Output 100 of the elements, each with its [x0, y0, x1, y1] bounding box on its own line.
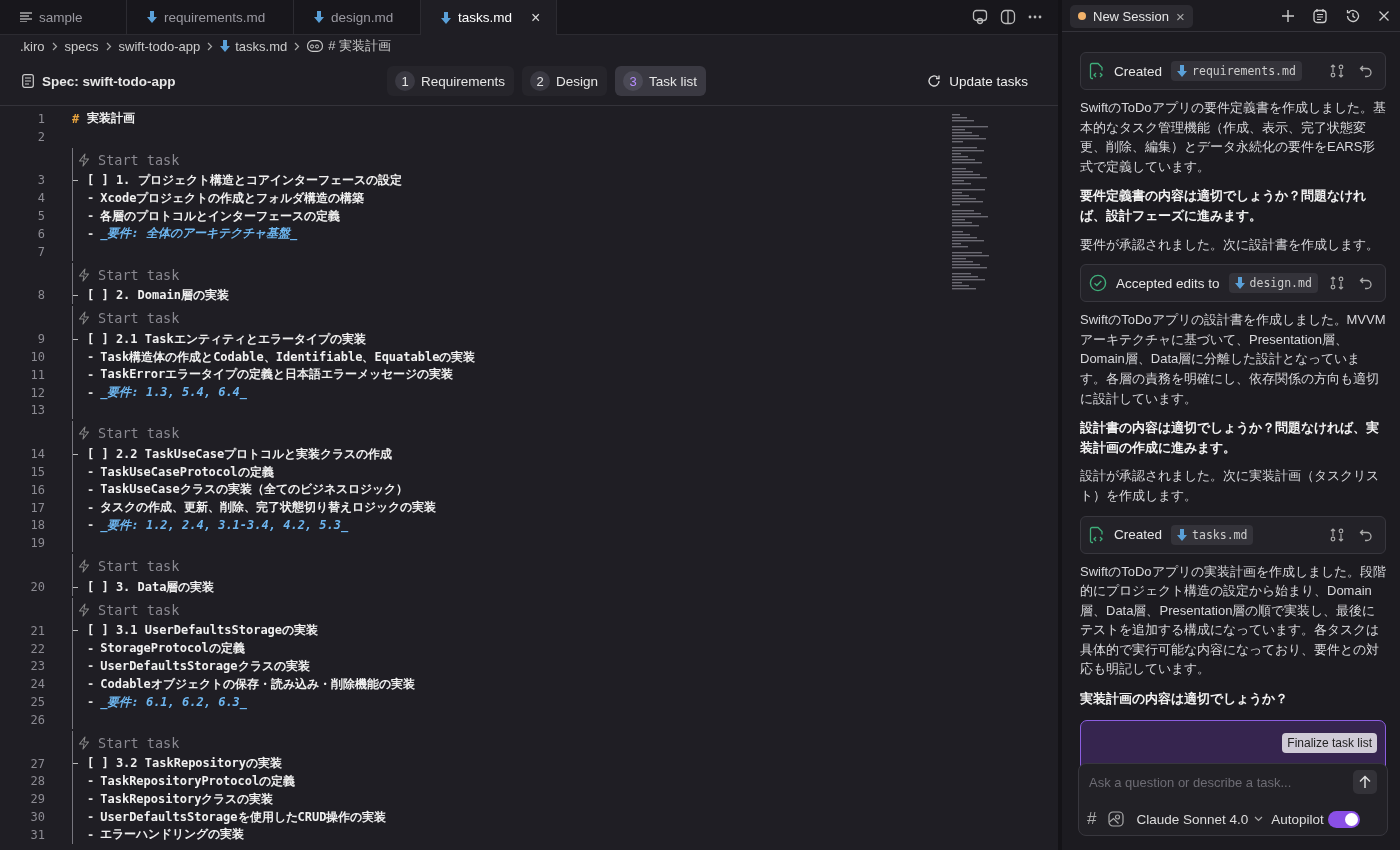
message-text: SwiftのToDoアプリの設計書を作成しました。MVVMアーキテクチャに基づいて、Presentation層、Domain層、Data層に分離した設計となっています。各層の責務を明確にし、依存関係の方向も適切に設計しています。 — [1080, 311, 1386, 408]
split-editor-icon[interactable] — [1000, 9, 1016, 25]
breadcrumb-item[interactable]: swift-todo-app — [118, 38, 201, 54]
line-number: 9 — [36, 332, 45, 347]
bullet-marker: - — [87, 226, 95, 241]
file-tab[interactable]: requirements.md — [127, 0, 294, 34]
card-label: Created — [1114, 63, 1163, 79]
status-dot — [1078, 12, 1086, 20]
history-icon[interactable] — [1345, 8, 1361, 24]
undo-icon[interactable] — [1359, 527, 1373, 542]
model-selector[interactable]: Claude Sonnet 4.0 — [1136, 811, 1264, 827]
start-task-link[interactable]: Start task — [78, 151, 180, 168]
bullet-marker: - — [87, 641, 95, 656]
line-number: 20 — [29, 580, 45, 595]
step-tab[interactable]: 3 Task list — [615, 66, 707, 96]
message-text: 実装計画の内容は適切でしょうか？ — [1080, 690, 1289, 709]
bullet-marker: - — [87, 482, 95, 497]
file-tab[interactable]: sample — [0, 0, 127, 34]
image-icon[interactable] — [1108, 811, 1125, 827]
start-task-link[interactable]: Start task — [78, 601, 180, 618]
line-number: 22 — [29, 641, 45, 656]
breadcrumb-item[interactable]: tasks.md — [220, 38, 288, 54]
compare-icon[interactable] — [1329, 63, 1345, 79]
update-tasks-button[interactable]: Update tasks — [921, 72, 1034, 90]
message-text: 要件定義書の内容は適切でしょうか？問題なければ、設計フェーズに進みます。 — [1080, 187, 1367, 225]
task-text: [ ] 2.2 TaskUseCaseプロトコルと実装クラスの作成 — [87, 445, 393, 463]
line-number: 21 — [29, 623, 45, 638]
bullet-marker: - — [87, 191, 95, 206]
task-text: [ ] 3.2 TaskRepositoryの実装 — [87, 755, 282, 773]
spec-title: Spec: swift-todo-app — [42, 73, 176, 89]
start-task-link[interactable]: Start task — [78, 558, 180, 575]
heading-marker: # — [72, 111, 80, 126]
markdown-icon — [1177, 65, 1188, 77]
file-code-icon — [1089, 62, 1105, 80]
compare-icon[interactable] — [1329, 275, 1345, 292]
task-text: [ ] 3. Data層の実装 — [87, 578, 215, 596]
list-icon[interactable] — [1312, 8, 1328, 24]
close-icon[interactable]: × — [531, 8, 541, 27]
preview-icon[interactable] — [972, 9, 988, 25]
lightning-icon — [78, 267, 90, 282]
requirement-text: _要件: 1.3, 5.4, 6.4_ — [100, 384, 248, 402]
breadcrumb-item[interactable]: .kiro — [20, 38, 45, 54]
card-label: Created — [1114, 527, 1163, 542]
line-number: 24 — [29, 677, 45, 692]
close-icon[interactable]: × — [1175, 8, 1185, 24]
message-text: 設計書の内容は適切でしょうか？問題なければ、実装計画の作成に進みます。 — [1080, 419, 1380, 457]
requirement-text: _要件: 1.2, 2.4, 3.1-3.4, 4.2, 5.3_ — [100, 516, 349, 534]
bullet-text: UserDefaultsStorageクラスの実装 — [100, 657, 310, 675]
bullet-marker: - — [87, 677, 95, 692]
undo-icon[interactable] — [1359, 276, 1373, 291]
lightning-icon — [78, 426, 90, 441]
close-icon[interactable] — [1378, 10, 1390, 22]
bullet-text: TaskRepositoryProtocolの定義 — [100, 772, 296, 790]
bullet-text: StorageProtocolの定義 — [100, 640, 245, 658]
refresh-icon — [927, 74, 942, 88]
document-icon — [22, 74, 34, 88]
markdown-icon — [147, 11, 157, 23]
file-chip[interactable]: tasks.md — [1171, 524, 1254, 545]
chevron-down-icon — [1254, 816, 1264, 822]
more-icon[interactable] — [1028, 15, 1042, 19]
compare-icon[interactable] — [1329, 526, 1345, 543]
start-task-link[interactable]: Start task — [78, 734, 180, 751]
message-text: 要件が承認されました。次に設計書を作成します。 — [1080, 235, 1380, 254]
start-task-link[interactable]: Start task — [78, 266, 180, 283]
card-label: Accepted edits to — [1116, 275, 1220, 291]
lightning-icon — [78, 311, 90, 326]
requirement-text: _要件: 6.1, 6.2, 6.3_ — [100, 693, 248, 711]
line-number: 18 — [29, 518, 45, 533]
step-tab[interactable]: 2 Design — [522, 66, 608, 96]
line-number: 26 — [29, 712, 45, 727]
undo-icon[interactable] — [1359, 64, 1373, 78]
step-tab[interactable]: 1 Requirements — [387, 66, 515, 96]
bullet-marker: - — [87, 518, 95, 533]
chat-input[interactable]: Ask a question or describe a task... — [1087, 773, 1353, 791]
line-number: 12 — [29, 385, 45, 400]
line-number: 10 — [29, 350, 45, 365]
file-tab[interactable]: tasks.md × — [421, 0, 558, 35]
markdown-icon — [441, 11, 451, 24]
line-number: 19 — [29, 536, 45, 551]
bullet-text: Task構造体の作成とCodable、Identifiable、Equatableの実装 — [100, 348, 476, 366]
message-text: SwiftのToDoアプリの実装計画を作成しました。段階的にプロジェクト構造の設定から始まり、Domain層、Data層、Presentation層の順で実装し、最後にテストを追加する構成になっています。各タスクは具体的で実行可能な内容になっており、要件との対応も明記しています。 — [1080, 562, 1386, 679]
bullet-marker: - — [87, 695, 95, 709]
bullet-text: Codableオブジェクトの保存・読み込み・削除機能の実装 — [100, 675, 415, 693]
markdown-icon — [314, 11, 324, 23]
line-number: 7 — [36, 244, 45, 259]
breadcrumb-item[interactable]: specs — [64, 38, 99, 54]
chevron-icon — [51, 41, 58, 51]
file-chip[interactable]: requirements.md — [1171, 61, 1302, 81]
session-tab[interactable]: New Session × — [1070, 4, 1193, 28]
autopilot-toggle[interactable] — [1327, 810, 1360, 828]
start-task-link[interactable]: Start task — [78, 310, 180, 327]
start-task-link[interactable]: Start task — [78, 425, 180, 442]
file-chip[interactable]: design.md — [1228, 273, 1318, 294]
breadcrumb-item[interactable]: # 実装計画 — [307, 37, 392, 55]
send-button[interactable] — [1353, 770, 1377, 794]
hash-button[interactable]: # — [1087, 809, 1097, 829]
bullet-text: TaskUseCaseProtocolの定義 — [100, 463, 274, 481]
finalize-button[interactable]: Finalize task list — [1282, 732, 1377, 753]
bullet-text: エラーハンドリングの実装 — [100, 826, 245, 844]
plus-icon[interactable] — [1281, 9, 1295, 23]
